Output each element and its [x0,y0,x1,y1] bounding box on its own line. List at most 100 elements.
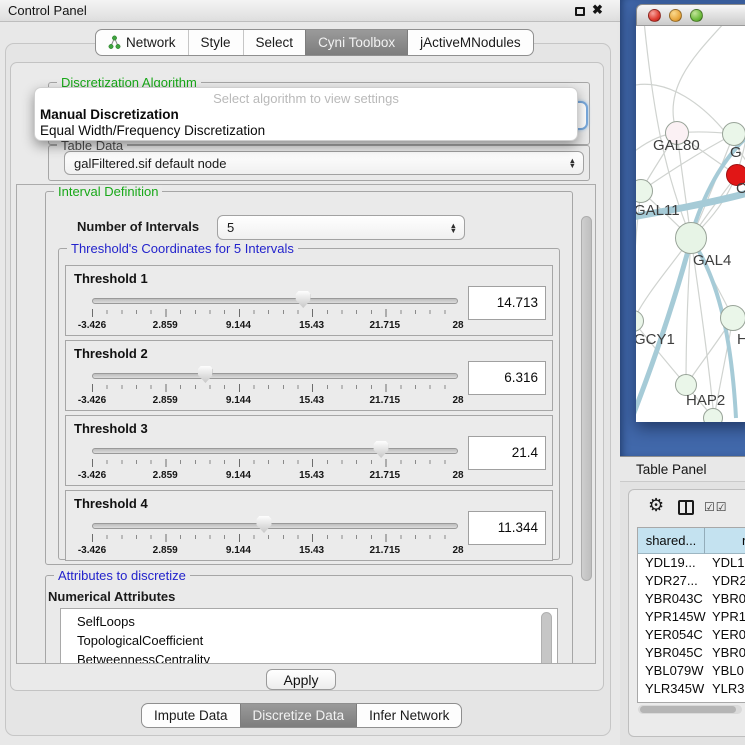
tab-impute-data[interactable]: Impute Data [142,704,240,727]
interval-definition-group: Interval Definition Number of Intervals … [45,191,573,565]
network-node-gal4[interactable] [675,222,707,254]
threshold-slider-handle[interactable] [374,441,389,458]
table-cell[interactable]: YER054C [645,626,703,644]
column-header-shared-name[interactable]: shared... [638,528,705,554]
table-cell[interactable]: YDR27... [645,572,698,590]
table-cell[interactable]: YDR2 [712,572,745,590]
zoom-traffic-light-icon[interactable] [690,9,703,22]
table-cell[interactable]: YLR3 [712,680,745,698]
threshold-slider-handle[interactable] [257,516,272,533]
threshold-value-field[interactable]: 6.316 [468,361,546,395]
column-header-label: shared... [646,533,697,548]
gear-icon[interactable]: ⚙ [648,495,664,516]
select-columns-icon[interactable]: ☑☑ [704,500,728,514]
close-icon[interactable]: ✖ [592,2,603,18]
table-cell[interactable]: YIL0 [712,698,739,703]
table-cell[interactable]: YER0 [712,626,745,644]
network-view-window[interactable]: GAL80 G C GAL11 GAL4 GCY1 H HAP2 [636,4,745,422]
tick-label: 2.859 [153,470,178,481]
tab-cyni-toolbox[interactable]: Cyni Toolbox [305,30,407,55]
node-label-g: G [730,144,742,161]
table-cell[interactable]: YPR1 [712,608,745,626]
close-traffic-light-icon[interactable] [648,9,661,22]
threshold-value-field[interactable]: 14.713 [468,286,546,320]
table-cell[interactable]: YLR345W [645,680,704,698]
list-item[interactable]: BetweennessCentrality [77,650,557,664]
minimize-traffic-light-icon[interactable] [669,9,682,22]
table-data-combobox[interactable]: galFiltered.sif default node ▲▼ [64,151,584,175]
tab-cyni-toolbox-label: Cyni Toolbox [318,35,395,50]
tab-style[interactable]: Style [188,30,243,55]
number-of-intervals-combobox[interactable]: 5 ▲▼ [217,215,465,240]
apply-button[interactable]: Apply [266,669,336,690]
network-node-bottom[interactable] [703,408,723,422]
table-cell[interactable]: YDL19... [645,554,696,572]
threshold-4-slider[interactable]: -3.426 2.859 9.144 15.43 21.715 28 [92,515,458,559]
float-window-icon[interactable] [575,7,585,16]
slider-ticks [92,309,459,318]
slider-track[interactable] [92,448,458,454]
tick-label: 9.144 [226,470,251,481]
slider-track[interactable] [92,298,458,304]
algorithm-option-equal-width[interactable]: Equal Width/Frequency Discretization [35,123,577,139]
table-cell[interactable]: YBL0 [712,662,744,680]
tab-jactivemnodules[interactable]: jActiveMNodules [407,30,533,55]
column-header-name[interactable]: n [705,528,745,554]
table-cell[interactable]: YBR0 [712,644,745,662]
slider-track[interactable] [92,523,458,529]
list-scrollbar-thumb[interactable] [541,612,552,664]
tick-label: -3.426 [78,545,106,556]
vertical-scrollbar-thumb[interactable] [581,216,592,581]
tab-discretize-data-label: Discretize Data [253,708,345,723]
table-hscrollbar-thumb[interactable] [640,706,736,713]
tab-select[interactable]: Select [243,30,306,55]
network-window-titlebar[interactable] [636,4,745,26]
tick-label: 15.43 [299,395,324,406]
table-cell[interactable]: YIL052C [645,698,696,703]
table-cell[interactable]: YBL079W [645,662,704,680]
tick-label: 9.144 [226,320,251,331]
threshold-value-field[interactable]: 21.4 [468,436,546,470]
threshold-1-box: Threshold 1 -3.426 2.859 9.144 15.43 21.… [65,265,553,336]
table-cell[interactable]: YBR0 [712,590,745,608]
threshold-slider-handle[interactable] [198,366,213,383]
tab-infer-network[interactable]: Infer Network [356,704,461,727]
tick-label: 28 [452,470,463,481]
list-item[interactable]: SelfLoops [77,612,557,631]
tick-label: 28 [452,395,463,406]
tick-label: -3.426 [78,470,106,481]
tab-discretize-data[interactable]: Discretize Data [240,704,357,727]
node-label-hap2: HAP2 [686,392,725,409]
tick-label: 28 [452,545,463,556]
network-node-g[interactable] [722,122,745,146]
slider-track[interactable] [92,373,458,379]
threshold-slider-handle[interactable] [296,291,311,308]
algorithm-popup-prompt[interactable]: Select algorithm to view settings [35,90,577,107]
table-cell[interactable]: YBR043C [645,590,703,608]
threshold-1-slider[interactable]: -3.426 2.859 9.144 15.43 21.715 28 [92,290,458,334]
threshold-2-slider[interactable]: -3.426 2.859 9.144 15.43 21.715 28 [92,365,458,409]
threshold-coordinates-title: Threshold's Coordinates for 5 Intervals [67,241,298,256]
threshold-value-field[interactable]: 11.344 [468,511,546,545]
threshold-1-label: Threshold 1 [74,271,148,286]
list-item[interactable]: TopologicalCoefficient [77,631,557,650]
split-columns-icon[interactable] [678,500,694,515]
tick-label: -3.426 [78,395,106,406]
algorithm-option-manual[interactable]: Manual Discretization [35,107,577,123]
tick-label: 2.859 [153,545,178,556]
control-panel-titlebar: Control Panel ✖ [0,0,620,22]
network-node-h[interactable] [720,305,745,331]
tab-network[interactable]: Network [96,30,188,55]
table-cell[interactable]: YPR145W [645,608,706,626]
number-of-intervals-label: Number of Intervals [77,219,199,234]
table-cell[interactable]: YBR045C [645,644,703,662]
table-cell[interactable]: YDL1 [712,554,745,572]
network-canvas[interactable]: GAL80 G C GAL11 GAL4 GCY1 H HAP2 [636,26,745,422]
table-hscrollbar[interactable] [638,705,742,714]
numerical-attributes-label: Numerical Attributes [48,589,175,604]
algorithm-dropdown-popup: Select algorithm to view settings Manual… [34,87,578,141]
tab-jactivemnodules-label: jActiveMNodules [420,35,521,50]
control-panel-tabs: Network Style Select Cyni Toolbox jActiv… [95,29,534,56]
tick-label: 9.144 [226,545,251,556]
threshold-3-slider[interactable]: -3.426 2.859 9.144 15.43 21.715 28 [92,440,458,484]
